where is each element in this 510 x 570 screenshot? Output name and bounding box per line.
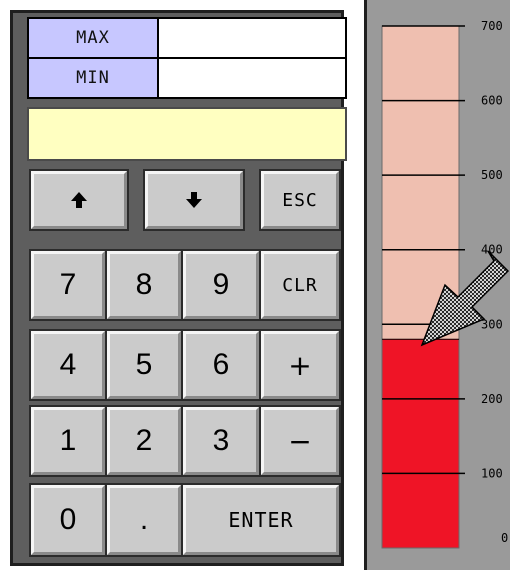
- gauge-tick-label: 0: [501, 531, 508, 545]
- key-7[interactable]: 7: [29, 249, 107, 321]
- max-row: MAX: [29, 19, 345, 57]
- keypad-panel: MAX MIN ESC 7 8 9 CLR 4 5 6 + 1 2 3 − 0 …: [10, 10, 347, 566]
- esc-button[interactable]: ESC: [259, 169, 341, 231]
- gauge-tick-label: 500: [481, 168, 503, 182]
- max-label: MAX: [29, 19, 157, 57]
- min-row: MIN: [29, 59, 345, 97]
- min-value-field[interactable]: [159, 59, 345, 97]
- gauge-tick-label: 100: [481, 466, 503, 480]
- down-arrow-icon: [185, 191, 203, 209]
- down-arrow-button[interactable]: [143, 169, 245, 231]
- plus-button[interactable]: +: [259, 329, 341, 401]
- key-1[interactable]: 1: [29, 405, 107, 477]
- minus-button[interactable]: −: [259, 405, 341, 477]
- key-3[interactable]: 3: [181, 405, 261, 477]
- up-arrow-button[interactable]: [29, 169, 129, 231]
- gauge-graphic: 0100200300400500600700: [381, 19, 510, 549]
- entry-display[interactable]: [27, 107, 347, 161]
- key-0[interactable]: 0: [29, 483, 107, 557]
- up-arrow-icon: [70, 191, 88, 209]
- max-value-field[interactable]: [159, 19, 345, 57]
- gauge-fill-bar: [382, 339, 459, 548]
- gauge-tick-label: 600: [481, 94, 503, 108]
- key-5[interactable]: 5: [105, 329, 183, 401]
- min-label: MIN: [29, 59, 157, 97]
- level-gauge: 0 100 200 300 400 500 600 700: [364, 0, 510, 570]
- key-8[interactable]: 8: [105, 249, 183, 321]
- key-6[interactable]: 6: [181, 329, 261, 401]
- clear-button[interactable]: CLR: [259, 249, 341, 321]
- min-max-table: MAX MIN: [27, 17, 347, 99]
- gauge-tick-label: 700: [481, 19, 503, 33]
- key-4[interactable]: 4: [29, 329, 107, 401]
- key-9[interactable]: 9: [181, 249, 261, 321]
- decimal-point-button[interactable]: .: [105, 483, 183, 557]
- gauge-tick-label: 200: [481, 392, 503, 406]
- enter-button[interactable]: ENTER: [181, 483, 341, 557]
- key-2[interactable]: 2: [105, 405, 183, 477]
